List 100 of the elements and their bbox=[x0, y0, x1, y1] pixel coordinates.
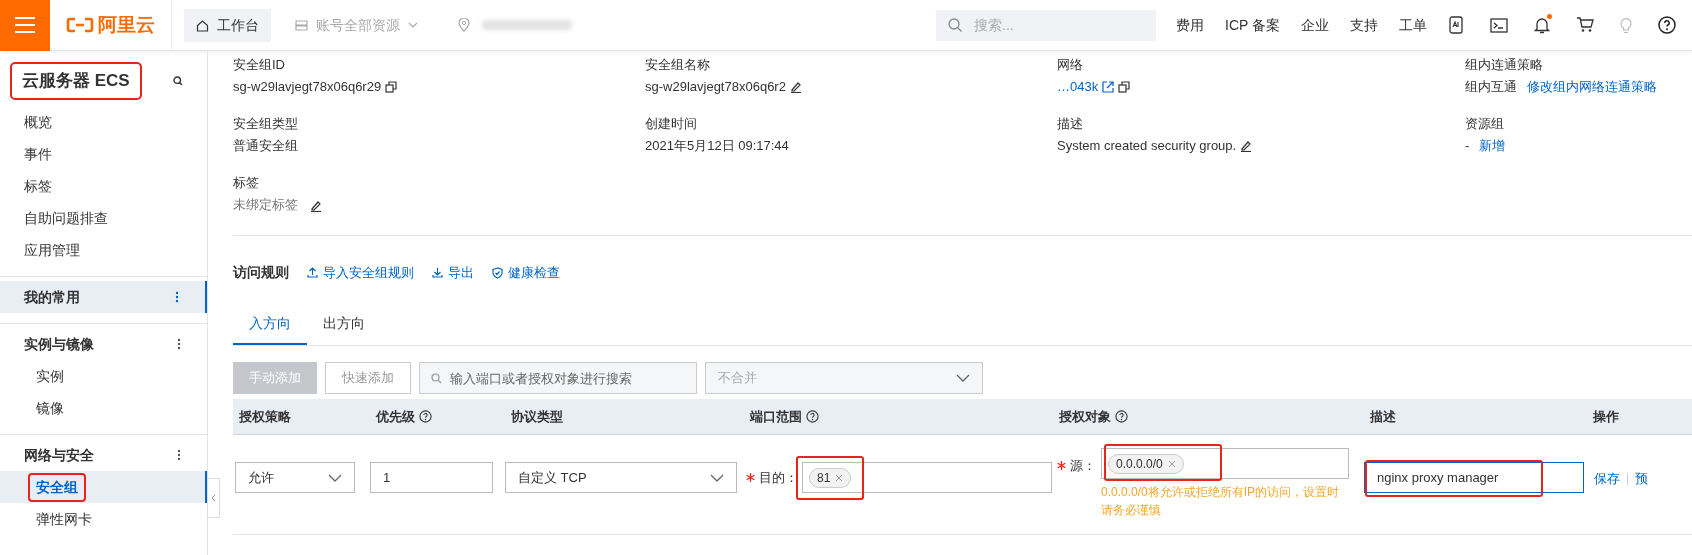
upload-icon bbox=[307, 267, 318, 278]
more-icon[interactable] bbox=[177, 338, 181, 350]
sidebar-item[interactable]: 弹性网卡 bbox=[28, 504, 100, 534]
column-header: 协议类型 bbox=[511, 407, 563, 426]
chevron-down-icon bbox=[328, 473, 342, 482]
column-header: 授权策略 bbox=[239, 407, 291, 426]
detail-label: 创建时间 bbox=[645, 115, 698, 133]
sidebar-item[interactable]: 应用管理 bbox=[0, 234, 207, 266]
column-header: 描述 bbox=[1370, 407, 1396, 426]
edit-icon[interactable] bbox=[310, 199, 322, 212]
cart-icon[interactable] bbox=[1576, 17, 1594, 33]
more-icon[interactable] bbox=[175, 291, 179, 303]
column-header: 操作 bbox=[1593, 407, 1619, 426]
collapse-handle[interactable] bbox=[207, 478, 220, 518]
protocol-select[interactable]: 自定义 TCP bbox=[505, 462, 737, 493]
detail-value: 普通安全组 bbox=[233, 137, 298, 155]
download-icon bbox=[432, 267, 443, 278]
edit-icon[interactable] bbox=[1240, 140, 1253, 152]
search-icon bbox=[431, 373, 442, 384]
chevron-left-icon bbox=[211, 494, 216, 502]
sidebar-item[interactable]: 概览 bbox=[0, 106, 207, 138]
rule-search-field[interactable]: 输入端口或者授权对象进行搜索 bbox=[419, 362, 697, 394]
detail-label: 网络 bbox=[1057, 56, 1084, 74]
detail-label: 安全组类型 bbox=[233, 115, 299, 133]
direction-tab[interactable]: 出方向 bbox=[307, 303, 381, 345]
chevron-down-icon bbox=[956, 374, 970, 382]
help-icon[interactable] bbox=[1115, 410, 1128, 423]
network-link[interactable]: …043k bbox=[1057, 77, 1099, 97]
action-link[interactable]: 修改组内网络连通策略 bbox=[1527, 77, 1657, 97]
detail-value: - bbox=[1465, 137, 1470, 155]
sidebar-item[interactable]: 实例 bbox=[28, 361, 72, 391]
copy-icon[interactable] bbox=[385, 81, 398, 93]
sidebar-item[interactable]: 安全组 bbox=[28, 472, 86, 502]
help-icon[interactable] bbox=[806, 410, 819, 423]
port-field[interactable]: 81 bbox=[802, 462, 1052, 493]
help-icon[interactable] bbox=[419, 410, 432, 423]
nav-link[interactable]: 工单 bbox=[1399, 14, 1427, 36]
search-icon bbox=[948, 17, 962, 32]
source-field[interactable]: 0.0.0.0/0 bbox=[1101, 448, 1349, 479]
chevron-down-icon bbox=[710, 473, 724, 482]
search-icon[interactable] bbox=[173, 76, 183, 86]
nav-link[interactable]: 企业 bbox=[1301, 14, 1329, 36]
action-link[interactable]: 新增 bbox=[1479, 136, 1506, 156]
terminal-icon[interactable] bbox=[1490, 17, 1508, 33]
direction-tab[interactable]: 入方向 bbox=[233, 303, 307, 345]
nav-link[interactable]: ICP 备案 bbox=[1225, 14, 1280, 36]
policy-select[interactable]: 允许 bbox=[235, 462, 355, 493]
remove-icon[interactable] bbox=[1167, 459, 1176, 468]
port-label: 目的： bbox=[759, 468, 798, 487]
detail-value: sg-w29lavjegt78x06q6r29 bbox=[233, 78, 382, 96]
menu-icon bbox=[15, 17, 35, 33]
detail-label: 描述 bbox=[1057, 115, 1084, 133]
remove-icon[interactable] bbox=[835, 473, 844, 482]
column-header: 优先级 bbox=[376, 407, 415, 426]
nav-link[interactable]: 支持 bbox=[1350, 14, 1378, 36]
rule-action-link[interactable]: 导入安全组规则 bbox=[307, 262, 414, 283]
detail-label: 标签 bbox=[233, 174, 260, 192]
detail-label: 组内连通策略 bbox=[1465, 56, 1544, 74]
logo-icon bbox=[66, 17, 94, 33]
sidebar-item[interactable]: 自助问题排查 bbox=[0, 202, 207, 234]
sidebar-item[interactable]: 事件 bbox=[0, 138, 207, 170]
sidebar-item[interactable]: 标签 bbox=[0, 170, 207, 202]
bell-icon[interactable] bbox=[1534, 16, 1550, 34]
api-icon[interactable] bbox=[1448, 16, 1464, 34]
warning-text: 0.0.0.0/0将允许或拒绝所有IP的访问，设置时请务必谨慎 bbox=[1101, 484, 1341, 519]
sidebar-group[interactable]: 我的常用 bbox=[0, 281, 207, 313]
chevron-down-icon bbox=[408, 22, 418, 28]
sidebar-group[interactable]: 实例与镜像 bbox=[0, 328, 207, 360]
column-header: 授权对象 bbox=[1059, 407, 1111, 426]
help-icon[interactable] bbox=[1658, 16, 1676, 34]
detail-value: sg-w29lavjegt78x06q6r2 bbox=[645, 78, 786, 96]
detail-label: 安全组名称 bbox=[645, 56, 711, 74]
action-link[interactable]: 预 bbox=[1635, 469, 1648, 489]
rule-action-link[interactable]: 健康检查 bbox=[492, 262, 560, 283]
detail-label: 安全组ID bbox=[233, 56, 286, 74]
more-icon[interactable] bbox=[177, 449, 181, 461]
save-link[interactable]: 保存 bbox=[1594, 469, 1620, 489]
external-link-icon[interactable] bbox=[1102, 81, 1115, 93]
nav-link[interactable]: 费用 bbox=[1176, 14, 1204, 36]
detail-value: System created security group. bbox=[1057, 137, 1237, 155]
rule-action-link[interactable]: 导出 bbox=[432, 262, 474, 283]
edit-icon[interactable] bbox=[789, 81, 802, 93]
source-tag[interactable]: 0.0.0.0/0 bbox=[1108, 453, 1184, 474]
column-header: 端口范围 bbox=[750, 407, 802, 426]
port-tag[interactable]: 81 bbox=[809, 467, 852, 488]
detail-value: 组内互通 bbox=[1465, 78, 1517, 96]
sidebar-title: 云服务器 ECS bbox=[10, 62, 142, 100]
menu-button[interactable] bbox=[0, 0, 50, 51]
copy-icon[interactable] bbox=[1118, 81, 1131, 93]
detail-value: 未绑定标签 bbox=[233, 196, 298, 214]
sidebar-item[interactable]: 镜像 bbox=[28, 393, 72, 423]
priority-input[interactable]: 1 bbox=[370, 462, 493, 493]
workbench-button[interactable]: 工作台 bbox=[184, 8, 271, 42]
detail-value: 2021年5月12日 09:17:44 bbox=[645, 137, 789, 155]
sidebar-group[interactable]: 网络与安全 bbox=[0, 439, 207, 471]
home-icon bbox=[196, 18, 209, 32]
detail-label: 资源组 bbox=[1465, 115, 1505, 133]
description-input[interactable]: nginx proxy manager bbox=[1364, 462, 1584, 493]
shield-icon bbox=[492, 266, 503, 279]
search-field[interactable]: 搜索... bbox=[936, 9, 1156, 41]
